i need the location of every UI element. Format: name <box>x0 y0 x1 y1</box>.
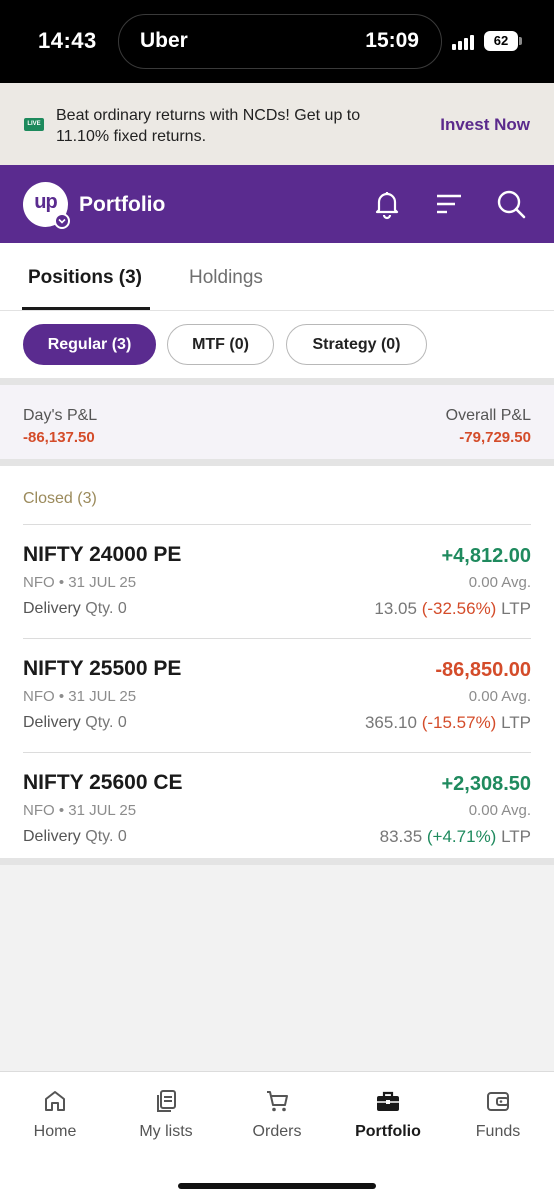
overall-pnl-value: -79,729.50 <box>459 429 531 446</box>
position-row[interactable]: NIFTY 25500 PE -86,850.00 NFO • 31 JUL 2… <box>0 638 554 753</box>
product-type: Delivery <box>23 828 81 845</box>
position-pnl: +2,308.50 <box>441 773 531 795</box>
row-divider <box>23 638 531 639</box>
account-logo-button[interactable]: up <box>23 182 70 229</box>
day-pnl-value: -86,137.50 <box>23 429 95 446</box>
position-row[interactable]: NIFTY 25600 CE +2,308.50 NFO • 31 JUL 25… <box>0 752 554 867</box>
position-qty: Qty. 0 <box>85 600 127 617</box>
position-name: NIFTY 24000 PE <box>23 543 182 566</box>
nav-home[interactable]: Home <box>5 1088 105 1141</box>
promo-text: Beat ordinary returns with NCDs! Get up … <box>56 107 361 145</box>
ltp-change: (+4.71%) <box>426 827 497 846</box>
portfolio-tabs: Positions (3) Holdings <box>0 243 554 311</box>
position-name: NIFTY 25600 CE <box>23 771 183 794</box>
position-filter-chips: Regular (3) MTF (0) Strategy (0) <box>0 311 554 378</box>
overall-pnl-label: Overall P&L <box>445 407 531 424</box>
tab-holdings[interactable]: Holdings <box>189 267 263 289</box>
position-avg: 0.00 Avg. <box>468 688 531 705</box>
active-tab-indicator <box>22 307 150 310</box>
battery-icon: 62 <box>484 31 518 51</box>
position-ltp: 13.05 (-32.56%) LTP <box>374 599 531 619</box>
wallet-icon <box>487 1092 509 1111</box>
status-bar: 14:43 Uber 15:09 62 <box>0 0 554 83</box>
position-name: NIFTY 25500 PE <box>23 657 182 680</box>
position-row[interactable]: NIFTY 24000 PE +4,812.00 NFO • 31 JUL 25… <box>0 524 554 639</box>
position-exchange-expiry: NFO • 31 JUL 25 <box>23 802 137 819</box>
position-product: Delivery Qty. 0 <box>23 714 127 732</box>
invest-now-link[interactable]: Invest Now <box>440 115 530 135</box>
nav-label: Portfolio <box>355 1123 421 1140</box>
live-badge: LIVE <box>24 118 44 131</box>
position-avg: 0.00 Avg. <box>468 574 531 591</box>
bell-icon[interactable] <box>370 187 404 221</box>
row-divider <box>23 524 531 525</box>
app-header: up Portfolio <box>0 165 554 243</box>
nav-label: Orders <box>252 1123 302 1140</box>
promo-banner[interactable]: LIVE Beat ordinary returns with NCDs! Ge… <box>0 83 554 165</box>
chip-strategy[interactable]: Strategy (0) <box>286 324 427 365</box>
live-activity-time: 15:09 <box>365 29 419 52</box>
position-pnl: -86,850.00 <box>435 659 531 681</box>
home-indicator[interactable] <box>178 1183 376 1189</box>
chevron-down-icon <box>54 213 70 229</box>
position-avg: 0.00 Avg. <box>468 802 531 819</box>
product-type: Delivery <box>23 714 81 731</box>
row-divider <box>23 752 531 753</box>
nav-orders[interactable]: Orders <box>227 1088 327 1141</box>
product-type: Delivery <box>23 600 81 617</box>
nav-portfolio[interactable]: Portfolio <box>338 1088 438 1141</box>
position-pnl: +4,812.00 <box>441 545 531 567</box>
nav-label: My lists <box>139 1123 193 1140</box>
ltp-suffix: LTP <box>501 713 531 732</box>
position-qty: Qty. 0 <box>85 714 127 731</box>
ltp-suffix: LTP <box>501 599 531 618</box>
position-ltp: 365.10 (-15.57%) LTP <box>365 713 531 733</box>
ltp-suffix: LTP <box>501 827 531 846</box>
live-activity-app: Uber <box>140 29 188 52</box>
ltp-value: 365.10 <box>364 713 417 732</box>
position-ltp: 83.35 (+4.71%) LTP <box>380 827 531 847</box>
pnl-summary: Day's P&L -86,137.50 Overall P&L -79,729… <box>0 378 554 459</box>
tab-positions[interactable]: Positions (3) <box>28 267 142 289</box>
closed-section-label: Closed (3) <box>23 490 97 507</box>
dynamic-island-live-activity[interactable]: Uber 15:09 <box>118 14 442 69</box>
ltp-value: 13.05 <box>374 599 417 618</box>
logo-text: up <box>34 191 57 213</box>
position-qty: Qty. 0 <box>85 828 127 845</box>
chip-mtf[interactable]: MTF (0) <box>167 324 274 365</box>
position-exchange-expiry: NFO • 31 JUL 25 <box>23 574 137 591</box>
briefcase-icon <box>377 1091 399 1111</box>
nav-label: Funds <box>475 1123 521 1140</box>
filter-icon[interactable] <box>432 187 466 221</box>
positions-list: Closed (3) NIFTY 24000 PE +4,812.00 NFO … <box>0 459 554 865</box>
nav-label: Home <box>33 1123 77 1140</box>
signal-icon <box>452 34 478 50</box>
nav-funds[interactable]: Funds <box>448 1088 548 1141</box>
nav-my-lists[interactable]: My lists <box>116 1088 216 1141</box>
ltp-value: 83.35 <box>379 827 423 846</box>
day-pnl-label: Day's P&L <box>23 407 98 424</box>
page-title: Portfolio <box>79 193 166 216</box>
ltp-change: (-15.57%) <box>421 713 497 732</box>
position-exchange-expiry: NFO • 31 JUL 25 <box>23 688 137 705</box>
search-icon[interactable] <box>494 187 528 221</box>
status-time: 14:43 <box>38 28 97 53</box>
ltp-change: (-32.56%) <box>421 599 497 618</box>
position-product: Delivery Qty. 0 <box>23 600 127 618</box>
cart-icon <box>267 1091 288 1112</box>
bottom-nav: Home My lists Orders Portfolio Funds <box>0 1071 554 1200</box>
lists-icon <box>157 1090 176 1112</box>
position-product: Delivery Qty. 0 <box>23 828 127 846</box>
chip-regular[interactable]: Regular (3) <box>23 324 156 365</box>
home-icon <box>45 1091 65 1111</box>
battery-tip <box>519 37 522 45</box>
